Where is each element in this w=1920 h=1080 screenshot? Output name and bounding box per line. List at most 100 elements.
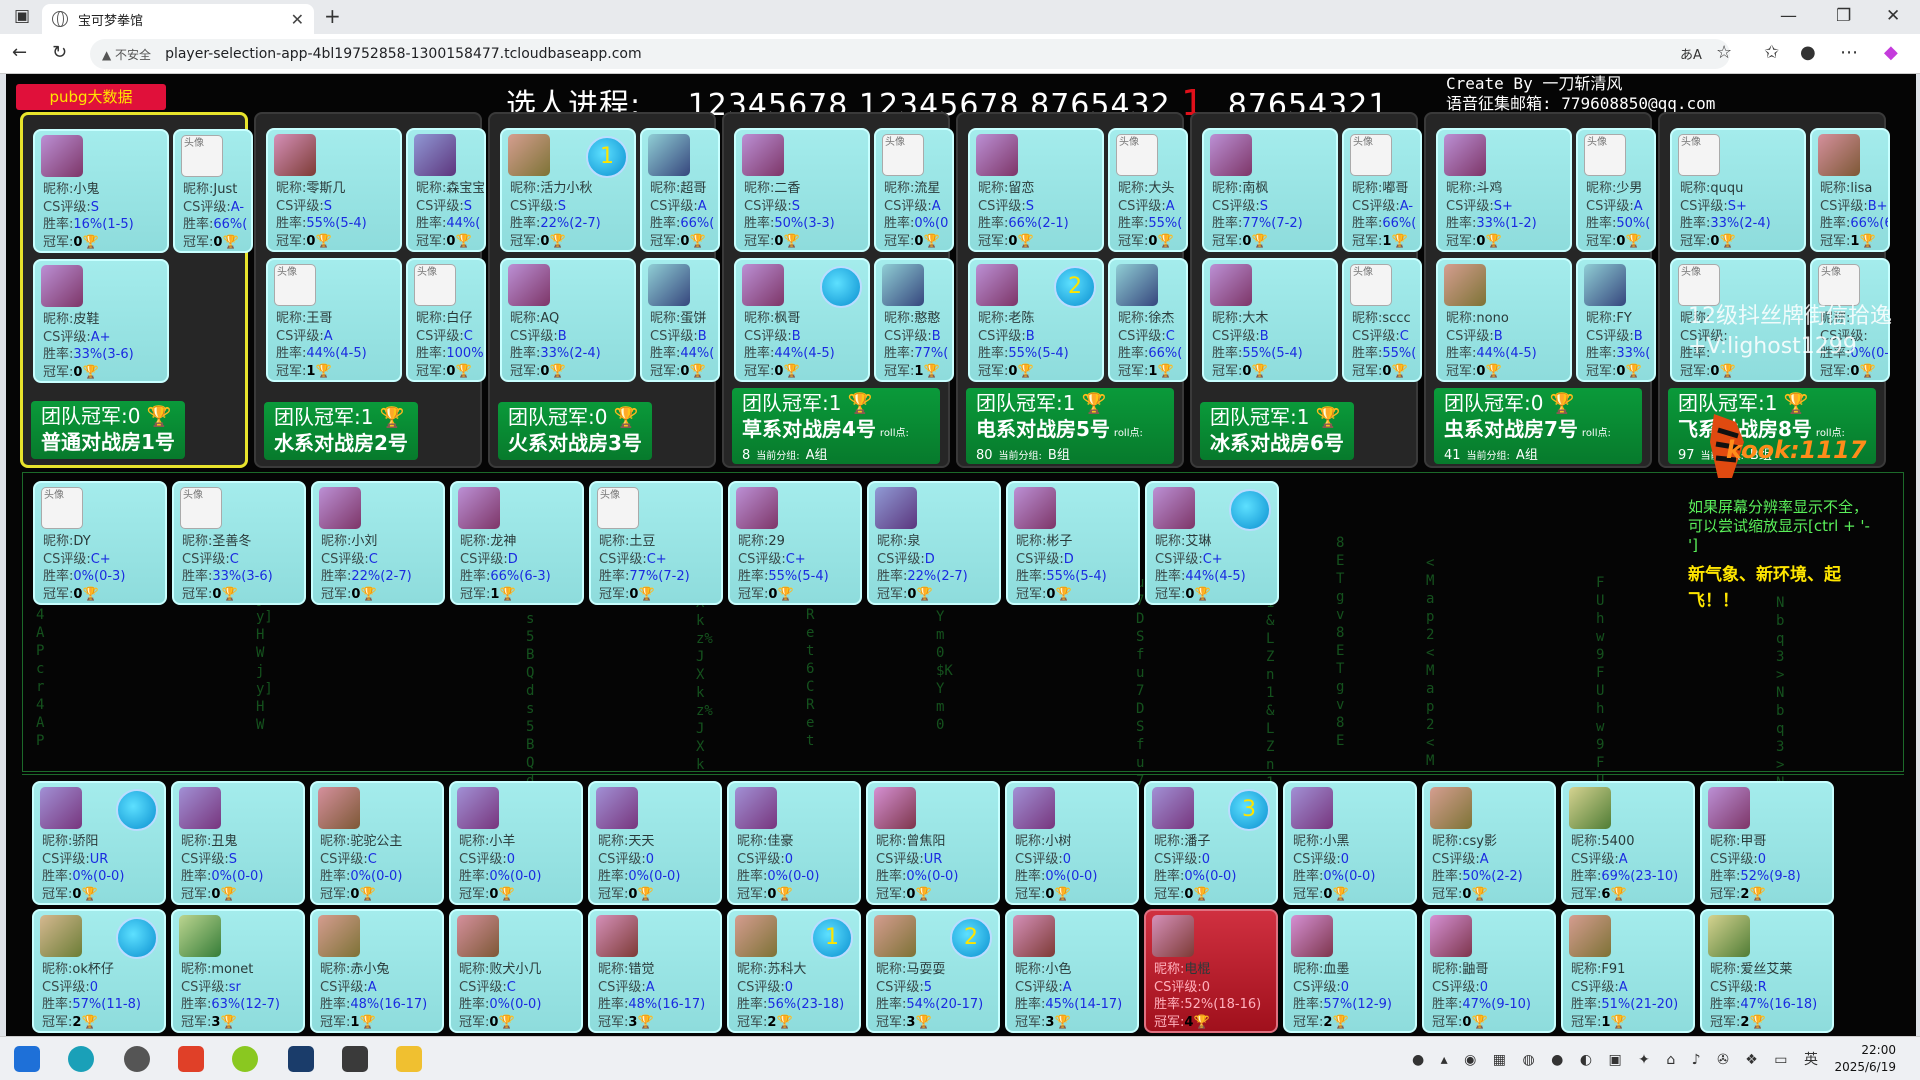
player-card[interactable]: 头像 昵称:大头 CS评级:A 胜率:55%(冠军:0🏆 (1108, 128, 1188, 252)
player-card[interactable]: 昵称:枫哥 CS评级:B 胜率:44%(4-5) 冠军:0🏆 (734, 258, 870, 382)
speaker-icon[interactable] (820, 266, 862, 308)
player-card[interactable]: 昵称:爱丝艾莱 CS评级:R 胜率:47%(16-18) 冠军:2🏆 (1700, 909, 1834, 1033)
player-card[interactable]: 昵称:monet CS评级:sr 胜率:63%(12-7) 冠军:3🏆 (171, 909, 305, 1033)
player-card[interactable]: 昵称:留恋 CS评级:S 胜率:66%(2-1) 冠军:0🏆 (968, 128, 1104, 252)
system-tray[interactable]: ● ▴ ◉ ▦ ◍ ● ◐ ▣ ✦ ⌂ ♪ ✇ ❖ ▭ 英 (1412, 1049, 1824, 1069)
player-card[interactable]: 头像 昵称:sccc CS评级:C 胜率:55%(冠军:0🏆 (1342, 258, 1422, 382)
steam-like-icon[interactable] (124, 1046, 150, 1072)
player-card[interactable]: 昵称:小黑 CS评级:0 胜率:0%(0-0) 冠军:0🏆 (1283, 781, 1417, 905)
player-card[interactable]: 昵称:曾焦阳 CS评级:UR 胜率:0%(0-0) 冠军:0🏆 (866, 781, 1000, 905)
battle-room[interactable]: 头像 昵称:ququ CS评级:S+ 胜率:33%(2-4) 冠军:0🏆 昵称:lisa C… (1658, 112, 1890, 468)
speaker-icon[interactable] (116, 789, 158, 831)
player-card[interactable]: 昵称:蛋饼 CS评级:B 胜率:44%(冠军:0🏆 (640, 258, 720, 382)
player-card[interactable]: 昵称:骄阳 CS评级:UR 胜率:0%(0-0) 冠军:0🏆 (32, 781, 166, 905)
close-window-icon[interactable]: ✕ (1886, 6, 1900, 26)
player-card[interactable]: 头像 昵称:流星 CS评级:A 胜率:0%(0 冠军:0🏆 (874, 128, 954, 252)
player-card[interactable]: 昵称:csy影 CS评级:A 胜率:50%(2-2) 冠军:0🏆 (1422, 781, 1556, 905)
player-card[interactable]: 昵称:lisaCS评级:B+胜率:66%(6-3冠军:1🏆 (1810, 128, 1890, 252)
player-card[interactable]: 2 昵称:马耍耍 CS评级:5 胜率:54%(20-17) 冠军:3🏆 (866, 909, 1000, 1033)
player-card[interactable]: 昵称:小鬼 CS评级:S 胜率:16%(1-5) 冠军:0🏆 (33, 129, 169, 253)
battle-room[interactable]: 昵称:留恋 CS评级:S 胜率:66%(2-1) 冠军:0🏆 头像 昵称:大头 CS评级:A… (956, 112, 1188, 468)
player-card[interactable]: 昵称:29 CS评级:C+ 胜率:55%(5-4) 冠军:0🏆 (728, 481, 862, 605)
insecure-badge[interactable]: ▲ 不安全 (102, 46, 151, 63)
url-field[interactable]: ▲ 不安全 player-selection-app-4bl19752858-1… (90, 39, 1730, 69)
player-card[interactable]: 头像 昵称:圣善冬 CS评级:C 胜率:33%(3-6) 冠军:0🏆 (172, 481, 306, 605)
player-card[interactable]: 头像 昵称:王哥 CS评级:A 胜率:44%(4-5) 冠军:1🏆 (266, 258, 402, 382)
player-card[interactable]: 昵称:森宝宝 CS评级:S 胜率:44%(冠军:0🏆 (406, 128, 486, 252)
pubg-data-button[interactable]: pubg大数据 (16, 84, 166, 110)
speaker-icon[interactable]: 3 (1228, 789, 1270, 831)
player-card[interactable]: 昵称:小树 CS评级:0 胜率:0%(0-0) 冠军:0🏆 (1005, 781, 1139, 905)
active-app-icon[interactable] (396, 1046, 422, 1072)
player-card[interactable]: 昵称:小羊 CS评级:0 胜率:0%(0-0) 冠军:0🏆 (449, 781, 583, 905)
player-card[interactable]: 昵称:彬子 CS评级:D 胜率:55%(5-4) 冠军:0🏆 (1006, 481, 1140, 605)
player-card[interactable]: 昵称:艾琳 CS评级:C+ 胜率:44%(4-5) 冠军:0🏆 (1145, 481, 1279, 605)
player-card[interactable]: 昵称:南枫 CS评级:S 胜率:77%(7-2) 冠军:0🏆 (1202, 128, 1338, 252)
player-card[interactable]: 昵称:F91 CS评级:A 胜率:51%(21-20) 冠军:1🏆 (1561, 909, 1695, 1033)
player-card[interactable]: 昵称:憨憨 CS评级:B 胜率:77%(冠军:1🏆 (874, 258, 954, 382)
close-tab-icon[interactable]: ✕ (291, 10, 304, 29)
player-card[interactable]: 2 昵称:老陈 CS评级:B 胜率:55%(5-4) 冠军:0🏆 (968, 258, 1104, 382)
player-card[interactable]: 昵称:败犬小几 CS评级:C 胜率:0%(0-0) 冠军:0🏆 (449, 909, 583, 1033)
player-card[interactable]: 昵称:5400 CS评级:A 胜率:69%(23-10) 冠军:6🏆 (1561, 781, 1695, 905)
player-card[interactable]: 昵称:丑鬼 CS评级:S 胜率:0%(0-0) 冠军:0🏆 (171, 781, 305, 905)
battle-room[interactable]: 昵称:南枫 CS评级:S 胜率:77%(7-2) 冠军:0🏆 头像 昵称:嘟哥 CS评级:A… (1190, 112, 1422, 468)
player-card[interactable]: 昵称:FY CS评级:B 胜率:33%(冠军:0🏆 (1576, 258, 1656, 382)
player-card[interactable]: 昵称:鼬哥 CS评级:0 胜率:47%(9-10) 冠军:0🏆 (1422, 909, 1556, 1033)
battle-room[interactable]: 昵称:二香 CS评级:S 胜率:50%(3-3) 冠军:0🏆 头像 昵称:流星 CS评级:A… (722, 112, 954, 468)
player-card[interactable]: 1 昵称:活力小秋 CS评级:S 胜率:22%(2-7) 冠军:0🏆 (500, 128, 636, 252)
player-card[interactable]: 昵称:天天 CS评级:0 胜率:0%(0-0) 冠军:0🏆 (588, 781, 722, 905)
player-card[interactable]: 3 昵称:潘子 CS评级:0 胜率:0%(0-0) 冠军:0🏆 (1144, 781, 1278, 905)
minimize-icon[interactable]: — (1780, 6, 1797, 26)
player-card[interactable]: 昵称:小色 CS评级:A 胜率:45%(14-17) 冠军:3🏆 (1005, 909, 1139, 1033)
battle-room[interactable]: 昵称:小鬼 CS评级:S 胜率:16%(1-5) 冠军:0🏆 头像 昵称:Just CS评级… (20, 112, 253, 468)
player-card[interactable]: 头像 昵称:Just CS评级:A- 胜率:66%(冠军:0🏆 (173, 129, 253, 253)
favorites-icon[interactable]: ✩ (1764, 42, 1779, 63)
player-card[interactable]: 昵称:大木 CS评级:B 胜率:55%(5-4) 冠军:0🏆 (1202, 258, 1338, 382)
player-card[interactable]: 昵称:赤小兔 CS评级:A 胜率:48%(16-17) 冠军:1🏆 (310, 909, 444, 1033)
speaker-icon[interactable]: 2 (1054, 266, 1096, 308)
speaker-icon[interactable]: 1 (586, 136, 628, 178)
app-launcher-icon[interactable] (178, 1046, 204, 1072)
more-menu-icon[interactable]: ⋯ (1840, 42, 1858, 63)
maximize-icon[interactable]: ❐ (1836, 6, 1851, 26)
speaker-icon[interactable]: 1 (811, 917, 853, 959)
clock[interactable]: 22:00 2025/6/19 (1834, 1042, 1896, 1076)
player-card[interactable]: 昵称:零斯几 CS评级:S 胜率:55%(5-4) 冠军:0🏆 (266, 128, 402, 252)
speaker-icon[interactable] (1229, 489, 1271, 531)
profile-avatar-icon[interactable]: ● (1800, 42, 1816, 63)
player-card[interactable]: 昵称:皮鞋 CS评级:A+ 胜率:33%(3-6) 冠军:0🏆 (33, 259, 169, 383)
player-card[interactable]: 头像 昵称:土豆 CS评级:C+ 胜率:77%(7-2) 冠军:0🏆 (589, 481, 723, 605)
copilot-icon[interactable]: ◆ (1884, 42, 1898, 63)
steam-icon[interactable] (288, 1046, 314, 1072)
back-icon[interactable]: ← (12, 42, 27, 63)
battle-room[interactable]: 昵称:零斯几 CS评级:S 胜率:55%(5-4) 冠军:0🏆 昵称:森宝宝 CS评级:S… (254, 112, 486, 468)
player-card[interactable]: 昵称:驼驼公主 CS评级:C 胜率:0%(0-0) 冠军:0🏆 (310, 781, 444, 905)
ime-indicator[interactable]: 英 (1804, 1052, 1824, 1068)
player-card[interactable]: 昵称:ok杯仔 CS评级:0 胜率:57%(11-8) 冠军:2🏆 (32, 909, 166, 1033)
xbox-icon[interactable] (232, 1046, 258, 1072)
player-card[interactable]: 昵称:电棍 CS评级:0 胜率:52%(18-16) 冠军:4🏆 (1144, 909, 1278, 1033)
tab-actions-icon[interactable]: ▣ (14, 6, 30, 26)
player-card[interactable]: 1 昵称:苏科大 CS评级:0 胜率:56%(23-18) 冠军:2🏆 (727, 909, 861, 1033)
player-card[interactable]: 头像 昵称:ququ CS评级:S+ 胜率:33%(2-4) 冠军:0🏆 (1670, 128, 1806, 252)
player-card[interactable]: 头像 昵称:白仔 CS评级:C 胜率:100% 冠军:0🏆 (406, 258, 486, 382)
browser-tab[interactable]: 宝可梦拳馆 ✕ (42, 4, 314, 34)
player-card[interactable]: 昵称:甲哥 CS评级:0 胜率:52%(9-8) 冠军:2🏆 (1700, 781, 1834, 905)
player-card[interactable]: 头像 昵称:嘟哥 CS评级:A- 胜率:66%(冠军:1🏆 (1342, 128, 1422, 252)
player-card[interactable]: 头像 昵称:少男 CS评级:A 胜率:50%(冠军:0🏆 (1576, 128, 1656, 252)
player-card[interactable]: 昵称:斗鸡 CS评级:S+ 胜率:33%(1-2) 冠军:0🏆 (1436, 128, 1572, 252)
speaker-icon[interactable]: 2 (950, 917, 992, 959)
player-card[interactable]: 昵称:错觉 CS评级:A 胜率:48%(16-17) 冠军:3🏆 (588, 909, 722, 1033)
player-card[interactable]: 昵称:nono CS评级:B 胜率:44%(4-5) 冠军:0🏆 (1436, 258, 1572, 382)
bookmark-star-icon[interactable]: ☆ (1716, 42, 1732, 63)
player-card[interactable]: 昵称:龙神 CS评级:D 胜率:66%(6-3) 冠军:1🏆 (450, 481, 584, 605)
reload-icon[interactable]: ↻ (52, 42, 67, 63)
player-card[interactable]: 昵称:佳豪 CS评级:0 胜率:0%(0-0) 冠军:0🏆 (727, 781, 861, 905)
player-card[interactable]: 昵称:二香 CS评级:S 胜率:50%(3-3) 冠军:0🏆 (734, 128, 870, 252)
player-card[interactable]: 昵称:超哥 CS评级:A 胜率:66%(冠军:0🏆 (640, 128, 720, 252)
player-card[interactable]: 昵称:AQ CS评级:B 胜率:33%(2-4) 冠军:0🏆 (500, 258, 636, 382)
player-card[interactable]: 昵称:小刘 CS评级:C 胜率:22%(2-7) 冠军:0🏆 (311, 481, 445, 605)
player-card[interactable]: 昵称:泉 CS评级:D 胜率:22%(2-7) 冠军:0🏆 (867, 481, 1001, 605)
player-card[interactable]: 昵称:徐杰 CS评级:C 胜率:66%(冠军:1🏆 (1108, 258, 1188, 382)
